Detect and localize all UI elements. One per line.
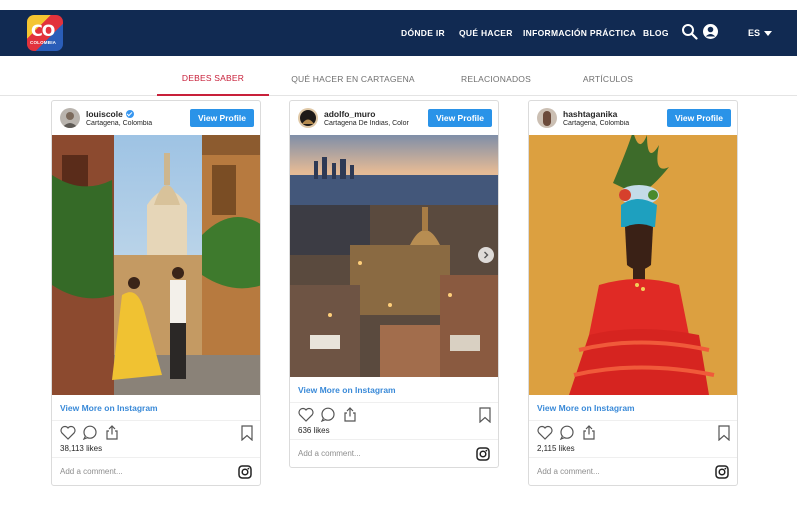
tab-relacionados[interactable]: RELACIONADOS	[446, 62, 546, 96]
share-icon[interactable]	[342, 407, 358, 422]
page: CO COLOMBIA DÓNDE IR QUÉ HACER INFORMACI…	[0, 0, 797, 512]
instagram-embed-card: hashtaganika Cartagena, Colombia View Pr…	[528, 100, 738, 486]
nav-item-donde-ir[interactable]: DÓNDE IR	[401, 10, 445, 56]
chevron-right-icon	[484, 251, 489, 259]
username[interactable]: hashtaganika	[563, 109, 617, 119]
username[interactable]: adolfo_muro	[324, 109, 375, 119]
caret-down-icon	[764, 30, 773, 36]
instagram-embed-card: adolfo_muro Cartagena De Indias, Color V…	[289, 100, 499, 468]
comment-placeholder: Add a comment...	[298, 449, 361, 458]
nav-item-informacion-practica[interactable]: INFORMACIÓN PRÁCTICA	[523, 10, 636, 56]
likes-count: 2,115 likes	[537, 444, 575, 453]
nav-link-que-hacer[interactable]: QUÉ HACER	[459, 28, 513, 38]
location[interactable]: Cartagena De Indias, Color	[324, 120, 414, 127]
nav-link-blog[interactable]: BLOG	[643, 28, 669, 38]
view-profile-button[interactable]: View Profile	[428, 109, 492, 127]
nav-link-donde-ir[interactable]: DÓNDE IR	[401, 28, 445, 38]
share-icon[interactable]	[104, 425, 120, 440]
nav-link-informacion-practica[interactable]: INFORMACIÓN PRÁCTICA	[523, 28, 636, 38]
view-profile-button[interactable]: View Profile	[667, 109, 731, 127]
view-more-link[interactable]: View More on Instagram	[290, 377, 498, 403]
share-icon[interactable]	[581, 425, 597, 440]
post-actions	[290, 403, 498, 425]
heart-icon[interactable]	[298, 407, 314, 422]
username-text: adolfo_muro	[324, 109, 376, 119]
comment-icon[interactable]	[320, 407, 336, 422]
location[interactable]: Cartagena, Colombia	[563, 120, 653, 127]
card-header: hashtaganika Cartagena, Colombia View Pr…	[529, 101, 737, 135]
instagram-logo-icon[interactable]	[715, 465, 729, 479]
comment-icon[interactable]	[82, 425, 98, 440]
likes-count: 636 likes	[298, 426, 330, 435]
next-slide-button[interactable]	[478, 247, 494, 263]
verified-badge-icon	[125, 110, 134, 118]
top-navigation-bar: CO COLOMBIA DÓNDE IR QUÉ HACER INFORMACI…	[0, 10, 797, 56]
nav-item-que-hacer[interactable]: QUÉ HACER	[459, 10, 513, 56]
search-icon[interactable]	[681, 23, 698, 40]
post-actions	[529, 421, 737, 443]
post-photo-dancing-couple[interactable]	[52, 135, 260, 395]
tab-articulos[interactable]: ARTÍCULOS	[565, 62, 651, 96]
view-profile-button[interactable]: View Profile	[190, 109, 254, 127]
comment-placeholder: Add a comment...	[60, 467, 123, 476]
card-header: louiscole Cartagena, Colombia View Profi…	[52, 101, 260, 135]
view-more-link[interactable]: View More on Instagram	[52, 395, 260, 421]
section-tabs: DEBES SABER QUÉ HACER EN CARTAGENA RELAC…	[0, 62, 797, 96]
tab-debes-saber[interactable]: DEBES SABER	[157, 62, 269, 96]
language-selector[interactable]: ES	[748, 10, 773, 56]
card-header: adolfo_muro Cartagena De Indias, Color V…	[290, 101, 498, 135]
tab-que-hacer-en-cartagena[interactable]: QUÉ HACER EN CARTAGENA	[288, 62, 418, 96]
username-text: louiscole	[86, 109, 123, 119]
username-text: hashtaganika	[563, 109, 618, 119]
bookmark-icon[interactable]	[478, 407, 492, 423]
avatar[interactable]	[537, 108, 557, 128]
location[interactable]: Cartagena, Colombia	[86, 120, 176, 127]
colombia-logo[interactable]: CO COLOMBIA	[27, 15, 63, 51]
post-photo-palenquera[interactable]	[529, 135, 737, 395]
avatar[interactable]	[60, 108, 80, 128]
post-photo-cartagena-aerial[interactable]	[290, 135, 498, 377]
post-actions	[52, 421, 260, 443]
add-comment-input[interactable]: Add a comment...	[52, 457, 260, 485]
comment-icon[interactable]	[559, 425, 575, 440]
instagram-embed-card: louiscole Cartagena, Colombia View Profi…	[51, 100, 261, 486]
username[interactable]: louiscole	[86, 109, 134, 119]
add-comment-input[interactable]: Add a comment...	[290, 439, 498, 467]
bookmark-icon[interactable]	[717, 425, 731, 441]
instagram-logo-icon[interactable]	[238, 465, 252, 479]
likes-count: 38,113 likes	[60, 444, 103, 453]
heart-icon[interactable]	[537, 425, 553, 440]
instagram-logo-icon[interactable]	[476, 447, 490, 461]
logo-subtext: COLOMBIA	[30, 40, 57, 45]
comment-placeholder: Add a comment...	[537, 467, 600, 476]
logo-text: CO	[31, 21, 55, 40]
heart-icon[interactable]	[60, 425, 76, 440]
add-comment-input[interactable]: Add a comment...	[529, 457, 737, 485]
language-code: ES	[748, 28, 761, 38]
view-more-link[interactable]: View More on Instagram	[529, 395, 737, 421]
nav-item-blog[interactable]: BLOG	[643, 10, 669, 56]
user-circle-icon[interactable]	[702, 23, 719, 40]
bookmark-icon[interactable]	[240, 425, 254, 441]
avatar[interactable]	[298, 108, 318, 128]
